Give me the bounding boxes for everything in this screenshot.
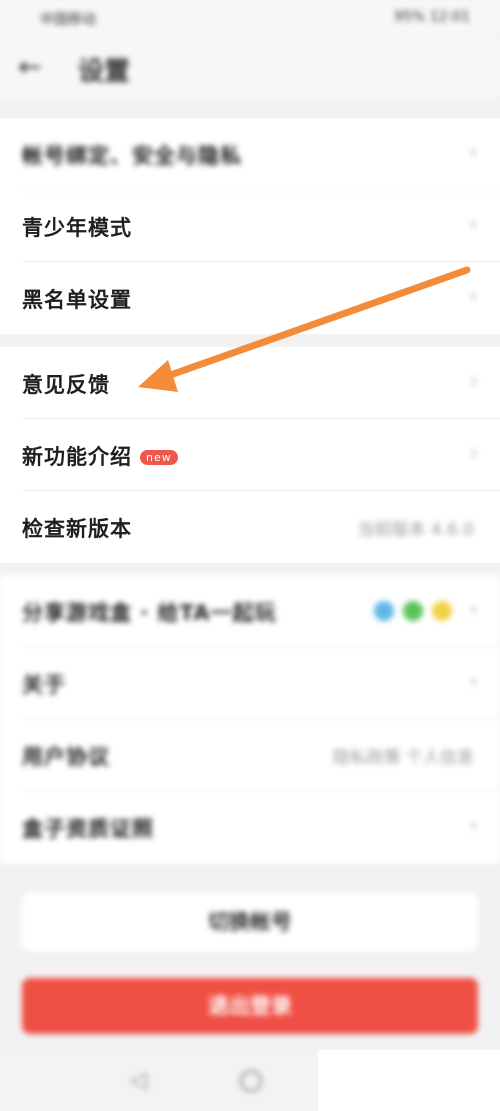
settings-group-about: 分享游戏盒 · 给TA一起玩 › 关于 › 用户协议 隐私政策 个人信息 盒子资… <box>0 575 500 863</box>
chevron-right-icon: › <box>469 140 478 165</box>
share-yellow-icon[interactable] <box>432 601 452 621</box>
switch-account-button[interactable]: 切换帐号 <box>22 893 478 951</box>
settings-item-check-update[interactable]: 检查新版本 当前版本 4.6.0 <box>22 491 500 563</box>
nav-back-icon[interactable]: ◁ <box>130 1068 147 1093</box>
settings-group-account: 帐号绑定、安全与隐私 › 青少年模式 › 黑名单设置 › <box>0 118 500 334</box>
settings-item-label: 分享游戏盒 · 给TA一起玩 <box>22 601 277 625</box>
settings-item-label: 意见反馈 <box>22 373 110 397</box>
settings-group-app: 意见反馈 › 新功能介绍 new › 检查新版本 当前版本 4.6.0 <box>0 347 500 563</box>
settings-item-label: 关于 <box>22 673 66 697</box>
chevron-right-icon: › <box>469 669 478 694</box>
settings-item-label: 黑名单设置 <box>22 288 132 312</box>
status-carrier: 中国移动 <box>40 12 96 28</box>
settings-item-about[interactable]: 关于 › <box>22 647 500 719</box>
chevron-right-icon: › <box>469 597 478 622</box>
page-title: 设置 <box>78 57 131 87</box>
share-icons <box>370 601 452 625</box>
chevron-right-icon: › <box>469 441 478 466</box>
settings-item-label: 盒子资质证照 <box>22 817 154 841</box>
chevron-right-icon: › <box>469 212 478 237</box>
chevron-right-icon: › <box>469 813 478 838</box>
share-wechat-icon[interactable] <box>402 601 423 621</box>
current-version-value: 当前版本 4.6.0 <box>357 520 474 540</box>
settings-item-agreements[interactable]: 用户协议 隐私政策 个人信息 <box>22 719 500 791</box>
chevron-right-icon: › <box>469 284 478 309</box>
system-nav-bar: ◁ <box>0 1050 500 1111</box>
back-arrow-icon[interactable]: ← <box>18 50 41 83</box>
settings-item-teen-mode[interactable]: 青少年模式 › <box>22 190 500 262</box>
share-blue-icon[interactable] <box>373 601 394 621</box>
chevron-right-icon: › <box>469 369 478 394</box>
new-features-text: 新功能介绍 <box>22 445 132 469</box>
settings-item-blacklist[interactable]: 黑名单设置 › <box>22 262 500 334</box>
settings-item-account-security[interactable]: 帐号绑定、安全与隐私 › <box>22 118 500 190</box>
settings-item-label: 用户协议 <box>22 745 110 769</box>
settings-item-new-features[interactable]: 新功能介绍 new › <box>22 419 500 491</box>
settings-item-label: 新功能介绍 new <box>22 441 178 471</box>
nav-home-icon[interactable] <box>240 1070 262 1092</box>
settings-item-share[interactable]: 分享游戏盒 · 给TA一起玩 › <box>22 575 500 647</box>
new-badge: new <box>140 450 178 465</box>
settings-item-label: 帐号绑定、安全与隐私 <box>22 144 242 168</box>
status-bar: 中国移动 95% 12:01 <box>0 0 500 38</box>
settings-item-label: 青少年模式 <box>22 216 132 240</box>
white-overlay <box>318 1050 500 1111</box>
logout-button[interactable]: 退出登录 <box>22 978 478 1034</box>
status-battery-time: 95% 12:01 <box>394 9 470 25</box>
settings-item-feedback[interactable]: 意见反馈 › <box>22 347 500 419</box>
settings-item-qualifications[interactable]: 盒子资质证照 › <box>22 791 500 863</box>
settings-item-label: 检查新版本 <box>22 517 132 541</box>
title-bar: ← 设置 <box>0 38 500 98</box>
agreement-links[interactable]: 隐私政策 个人信息 <box>333 743 474 768</box>
